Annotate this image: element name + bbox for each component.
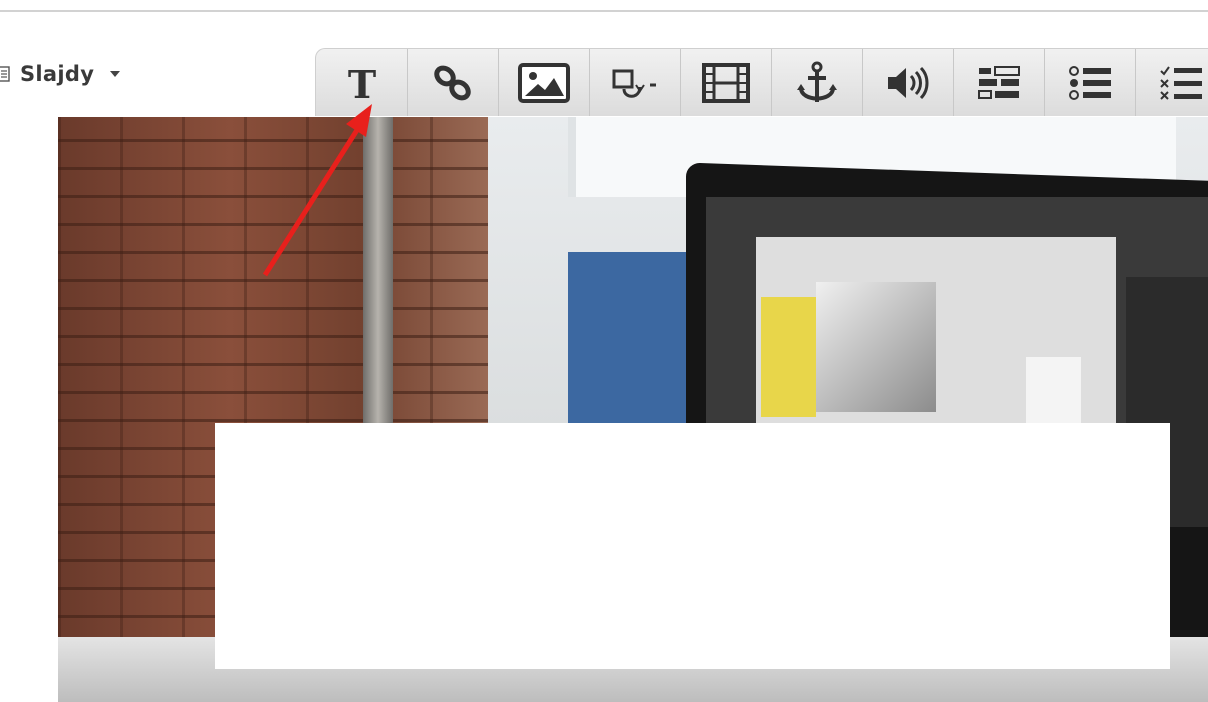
speaker-icon xyxy=(888,66,929,99)
slides-menu[interactable]: Slajdy xyxy=(0,56,121,92)
top-divider xyxy=(0,10,1208,12)
blue-panel-photo xyxy=(568,252,693,452)
anchor-button[interactable] xyxy=(772,49,863,116)
chevron-down-icon[interactable] xyxy=(110,71,121,77)
svg-text:T: T xyxy=(347,62,375,106)
form-button[interactable] xyxy=(954,49,1045,116)
text-placeholder-box[interactable] xyxy=(215,423,1170,669)
insert-toolbar: T xyxy=(315,48,1208,116)
video-button[interactable] xyxy=(681,49,772,116)
checklist-button[interactable] xyxy=(1136,49,1208,116)
shape-dropdown-icon xyxy=(612,69,656,98)
shape-button[interactable] xyxy=(590,49,681,116)
image-button[interactable] xyxy=(499,49,590,116)
text-button[interactable]: T xyxy=(316,49,408,116)
chain-link-icon xyxy=(434,65,471,100)
text-t-icon: T xyxy=(347,62,375,106)
bullet-list-icon xyxy=(1069,65,1111,100)
document-icon xyxy=(0,66,10,82)
bullet-list-button[interactable] xyxy=(1045,49,1136,116)
screen-poster-photo xyxy=(761,297,816,417)
film-strip-icon xyxy=(702,62,750,103)
audio-button[interactable] xyxy=(863,49,954,116)
screen-photo-thumbnail xyxy=(816,282,936,412)
screen-card-photo xyxy=(1026,357,1081,427)
form-fields-icon xyxy=(978,65,1020,99)
link-button[interactable] xyxy=(408,49,499,116)
slide-canvas[interactable] xyxy=(58,117,1208,702)
slides-menu-label[interactable]: Slajdy xyxy=(20,62,94,86)
checklist-icon xyxy=(1160,65,1202,100)
anchor-icon xyxy=(797,61,837,102)
image-icon xyxy=(518,62,570,103)
